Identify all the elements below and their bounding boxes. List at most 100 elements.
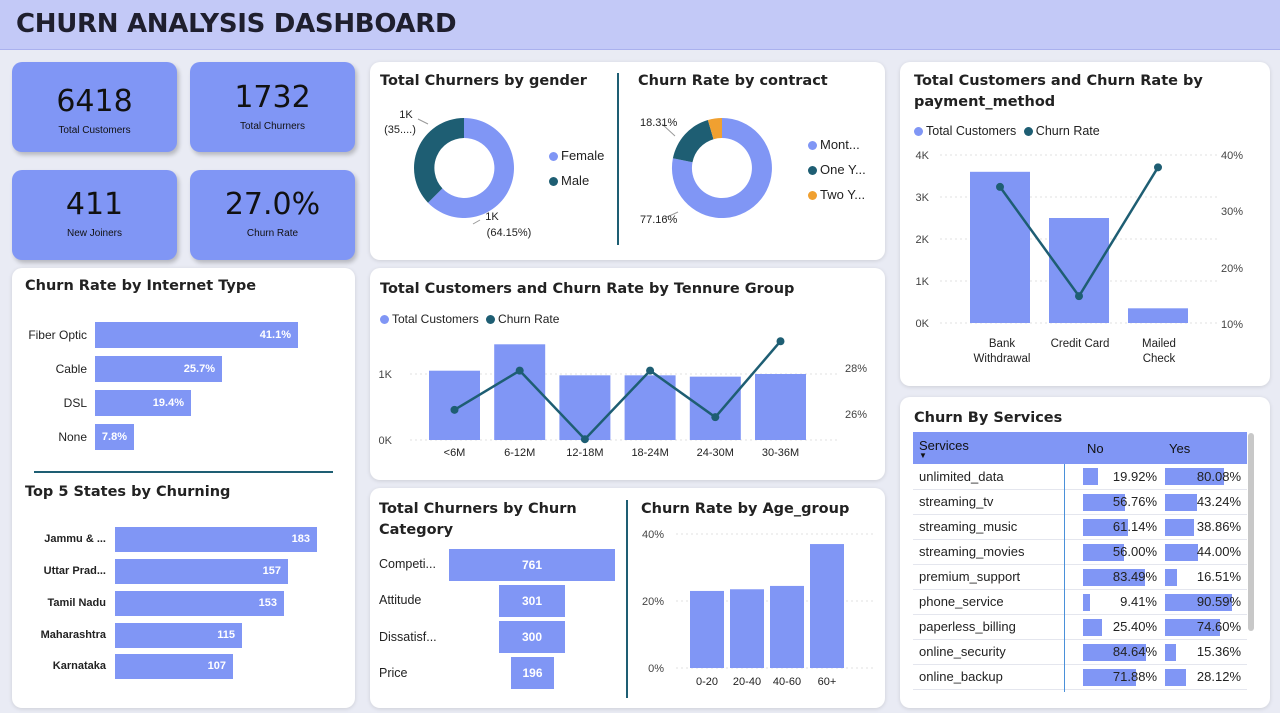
table-row[interactable]: unlimited_data 19.92% 80.08% bbox=[913, 464, 1247, 490]
table-row[interactable]: phone_service 9.41% 90.59% bbox=[913, 589, 1247, 615]
bar bbox=[1049, 218, 1109, 323]
state-bar[interactable]: 157 bbox=[115, 559, 288, 584]
kpi-value: 6418 bbox=[56, 84, 133, 119]
tenure-card: Total Customers and Churn Rate by Tennur… bbox=[370, 268, 885, 480]
percent-value: 28.12% bbox=[1196, 669, 1241, 684]
percent-cell-no: 61.14% bbox=[1081, 514, 1163, 540]
state-bar[interactable]: 107 bbox=[115, 654, 233, 679]
kpi-value: 27.0% bbox=[224, 187, 321, 222]
percent-cell-yes: 38.86% bbox=[1163, 514, 1247, 540]
y-tick: 0K bbox=[916, 318, 930, 330]
kpi-new-joiners[interactable]: 411 New Joiners bbox=[12, 170, 177, 260]
x-tick-label: 20-40 bbox=[733, 676, 761, 688]
table-row[interactable]: online_security 84.64% 15.36% bbox=[913, 639, 1247, 665]
scrollbar[interactable] bbox=[1248, 433, 1254, 631]
column-header-yes[interactable]: Yes bbox=[1163, 432, 1247, 464]
x-tick-label: Bank bbox=[989, 338, 1015, 350]
y-tick: 1K bbox=[379, 369, 393, 381]
internet-bar[interactable]: 7.8% bbox=[95, 424, 134, 450]
percent-value: 9.41% bbox=[1120, 594, 1157, 609]
percent-cell-yes: 80.08% bbox=[1163, 464, 1247, 490]
legend-item-two-year[interactable]: Two Y... bbox=[808, 187, 865, 202]
x-tick-label: Mailed bbox=[1142, 338, 1176, 350]
column-header-services[interactable]: Services ▼ bbox=[913, 432, 1081, 464]
legend-dot-icon bbox=[549, 152, 558, 161]
percent-value: 90.59% bbox=[1196, 594, 1241, 609]
percent-bar bbox=[1165, 643, 1177, 661]
state-bar[interactable]: 183 bbox=[115, 527, 317, 552]
x-tick-label: 30-36M bbox=[762, 447, 799, 459]
category-bar[interactable]: 761 bbox=[449, 549, 615, 581]
y2-tick: 40% bbox=[1221, 150, 1243, 162]
bar bbox=[810, 544, 844, 668]
percent-cell-no: 25.40% bbox=[1081, 614, 1163, 640]
state-label: Tamil Nadu bbox=[47, 597, 106, 609]
category-bar[interactable]: 196 bbox=[511, 657, 554, 689]
x-tick-label: Credit Card bbox=[1051, 338, 1110, 350]
gender-label: 1K bbox=[485, 211, 499, 223]
internet-bar[interactable]: 41.1% bbox=[95, 322, 298, 348]
legend-dot-icon bbox=[808, 191, 817, 200]
legend-label: One Y... bbox=[820, 162, 866, 177]
column-header-no[interactable]: No bbox=[1081, 432, 1163, 464]
state-bar[interactable]: 115 bbox=[115, 623, 242, 648]
percent-bar bbox=[1083, 468, 1098, 485]
percent-value: 56.00% bbox=[1112, 544, 1157, 559]
internet-states-card: Churn Rate by Internet Type Fiber Optic … bbox=[12, 268, 355, 708]
percent-cell-yes: 44.00% bbox=[1163, 539, 1247, 565]
kpi-total-customers[interactable]: 6418 Total Customers bbox=[12, 62, 177, 152]
legend-item-male[interactable]: Male bbox=[549, 173, 589, 188]
state-bar[interactable]: 153 bbox=[115, 591, 284, 616]
percent-bar bbox=[1165, 568, 1178, 586]
table-row[interactable]: premium_support 83.49% 16.51% bbox=[913, 564, 1247, 590]
percent-bar bbox=[1165, 493, 1197, 511]
x-tick-label: Withdrawal bbox=[974, 353, 1031, 365]
percent-value: 61.14% bbox=[1112, 519, 1157, 534]
percent-cell-yes: 16.51% bbox=[1163, 564, 1247, 590]
x-tick-label: 0-20 bbox=[696, 676, 718, 688]
internet-label: None bbox=[58, 430, 87, 444]
category-bar[interactable]: 301 bbox=[499, 585, 565, 617]
legend-item-female[interactable]: Female bbox=[549, 148, 604, 163]
table-row[interactable]: paperless_billing 25.40% 74.60% bbox=[913, 614, 1247, 640]
gender-label: 1K bbox=[399, 109, 413, 121]
legend-label: Female bbox=[561, 148, 605, 163]
table-row[interactable]: streaming_music 61.14% 38.86% bbox=[913, 514, 1247, 540]
internet-label: Cable bbox=[55, 362, 87, 376]
percent-value: 19.92% bbox=[1112, 468, 1157, 484]
y2-tick: 20% bbox=[1221, 263, 1243, 275]
kpi-total-churners[interactable]: 1732 Total Churners bbox=[190, 62, 355, 152]
y-tick: 0K bbox=[379, 435, 393, 447]
x-tick-label: 60+ bbox=[818, 676, 837, 688]
tenure-combo-chart[interactable]: 1K 0K 28% 26% <6M 6-12M 12-18M 18-24M 24-30M… bbox=[370, 268, 885, 480]
x-tick-label: 24-30M bbox=[697, 447, 734, 459]
divider bbox=[34, 471, 333, 473]
percent-cell-yes: 15.36% bbox=[1163, 639, 1247, 665]
payment-combo-chart[interactable]: 4K 3K 2K 1K 0K 40% 30% 20% 10% Bank With… bbox=[900, 62, 1270, 386]
internet-bar[interactable]: 25.7% bbox=[95, 356, 222, 382]
contract-label: 77.16% bbox=[640, 214, 678, 226]
legend-item-month[interactable]: Mont... bbox=[808, 137, 860, 152]
table-row[interactable]: online_backup 71.88% 28.12% bbox=[913, 664, 1247, 690]
category-bar[interactable]: 300 bbox=[499, 621, 565, 653]
table-row[interactable]: streaming_tv 56.76% 43.24% bbox=[913, 489, 1247, 515]
y-tick: 1K bbox=[916, 276, 930, 288]
age-bar-chart[interactable]: 40% 20% 0% 0-20 20-40 40-60 60+ bbox=[626, 488, 885, 708]
service-name: paperless_billing bbox=[913, 614, 1081, 640]
category-label: Attitude bbox=[379, 593, 422, 607]
percent-value: 25.40% bbox=[1112, 619, 1157, 634]
y-tick: 40% bbox=[642, 529, 664, 541]
table-row[interactable]: streaming_movies 56.00% 44.00% bbox=[913, 539, 1247, 565]
contract-donut[interactable]: 18.31% 77.16% bbox=[620, 62, 885, 260]
line-point bbox=[646, 366, 655, 375]
leader-line bbox=[472, 219, 481, 225]
kpi-churn-rate[interactable]: 27.0% Churn Rate bbox=[190, 170, 355, 260]
service-name: streaming_movies bbox=[913, 539, 1081, 565]
bar bbox=[559, 375, 611, 440]
internet-bar[interactable]: 19.4% bbox=[95, 390, 191, 416]
line-point bbox=[1154, 163, 1162, 172]
category-age-card: Total Churners by Churn Category Competi… bbox=[370, 488, 885, 708]
page-title: CHURN ANALYSIS DASHBOARD bbox=[16, 9, 457, 39]
line-point bbox=[1075, 292, 1083, 301]
legend-item-one-year[interactable]: One Y... bbox=[808, 162, 866, 177]
